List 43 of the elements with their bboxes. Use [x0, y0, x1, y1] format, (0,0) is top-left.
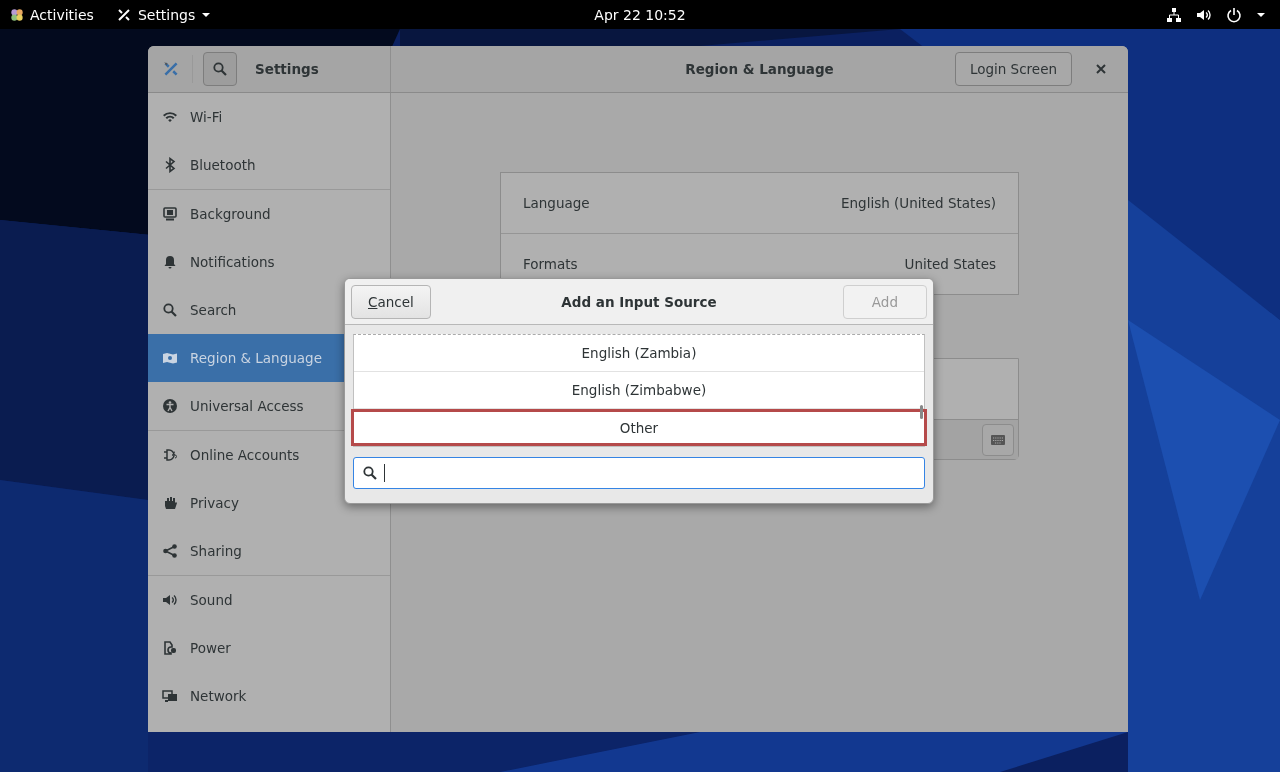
sidebar-item[interactable]: Power — [148, 624, 390, 672]
sidebar-item[interactable]: Background — [148, 190, 390, 238]
tools-icon — [162, 60, 180, 78]
share-icon — [162, 543, 178, 559]
tools-icon — [115, 6, 132, 23]
close-icon — [1094, 62, 1108, 76]
dialog-title: Add an Input Source — [561, 293, 717, 310]
row-label: Language — [523, 195, 590, 211]
app-menu[interactable]: Settings — [137, 6, 196, 23]
power-icon — [1226, 6, 1242, 23]
activities-button[interactable]: Activities — [30, 6, 94, 23]
sidebar-item[interactable]: Notifications — [148, 238, 390, 286]
search-icon — [212, 61, 228, 77]
list-item[interactable]: English (Zimbabwe) — [354, 372, 924, 409]
keyboard-button[interactable] — [982, 423, 1014, 456]
cancel-button[interactable]: Cancel — [351, 284, 431, 319]
list-item[interactable]: English (Zambia) — [354, 335, 924, 372]
row-label: Formats — [523, 256, 578, 272]
sidebar-item[interactable]: Network — [148, 672, 390, 720]
network-computers-icon — [162, 688, 178, 704]
hand-icon — [162, 495, 178, 511]
row-value[interactable]: United States — [904, 256, 996, 272]
monitor-icon — [162, 206, 178, 222]
sidebar-item[interactable]: Bluetooth — [148, 141, 390, 189]
network-icon — [1166, 6, 1182, 23]
search-icon — [362, 465, 378, 481]
sidebar-item[interactable]: Sharing — [148, 527, 390, 575]
window-title: Settings — [255, 61, 319, 77]
speaker-icon — [162, 592, 178, 608]
page-title: Region & Language — [685, 61, 834, 77]
clock[interactable]: Apr 22 10:52 — [594, 6, 686, 23]
sidebar-item[interactable]: Sound — [148, 576, 390, 624]
search-field[interactable] — [353, 457, 925, 489]
search-button[interactable] — [203, 52, 237, 86]
list-item[interactable]: Other — [351, 409, 927, 446]
sidebar-item[interactable]: Wi-Fi — [148, 93, 390, 141]
search-icon — [162, 302, 178, 318]
bell-icon — [162, 254, 178, 270]
flag-icon — [162, 350, 178, 366]
row-value[interactable]: English (United States) — [841, 195, 996, 211]
login-screen-button[interactable]: Login Screen — [954, 52, 1072, 86]
flower-logo-icon — [10, 7, 24, 22]
accessibility-icon — [162, 398, 178, 414]
